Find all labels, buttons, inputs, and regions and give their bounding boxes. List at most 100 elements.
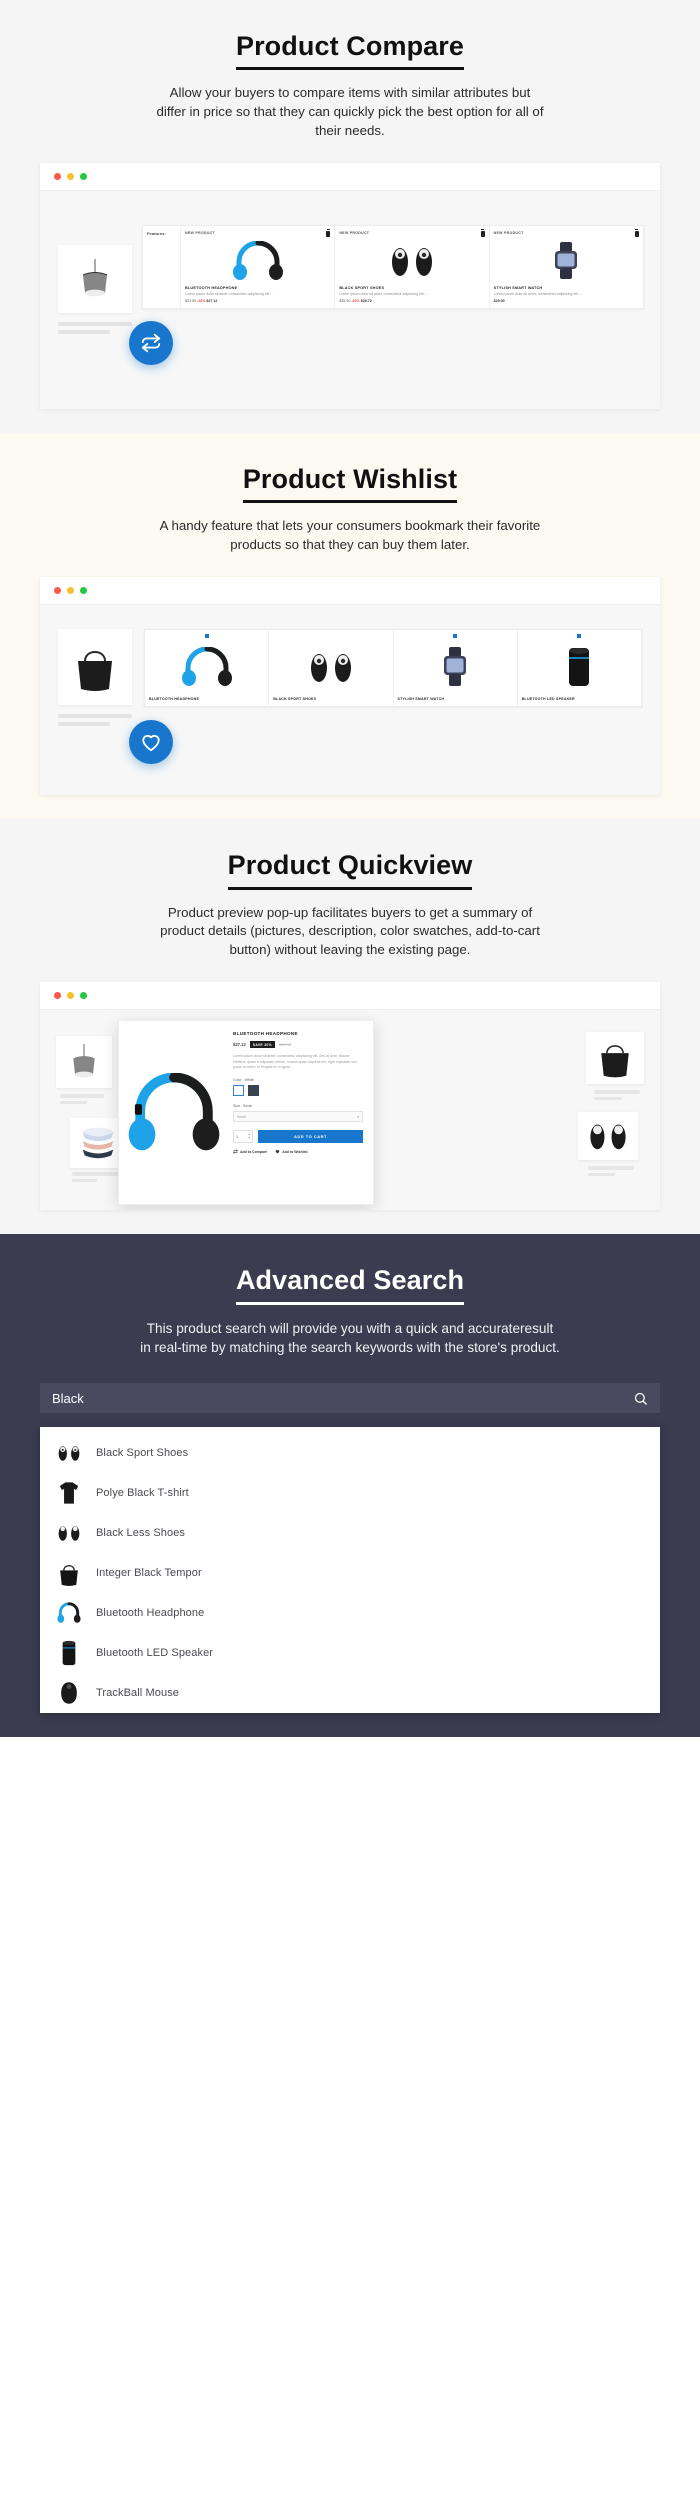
- compare-viewport: Features: NEW PRODUCT BLUETOOTH HEADPHON…: [40, 191, 660, 410]
- color-label: Color : White: [233, 1078, 254, 1083]
- background-product-card[interactable]: [56, 1036, 112, 1089]
- window-maximize-dot[interactable]: [80, 173, 87, 181]
- compare-description: Allow your buyers to compare items with …: [156, 85, 544, 139]
- window-close-dot[interactable]: [54, 992, 61, 1000]
- window-minimize-dot[interactable]: [67, 992, 74, 1000]
- trash-icon[interactable]: [326, 229, 331, 238]
- trash-icon[interactable]: [480, 229, 485, 238]
- placeholder-lines: [594, 1090, 640, 1103]
- add-to-wishlist-label: Add to Wishlist: [282, 1149, 308, 1154]
- handbag-icon: [56, 1558, 82, 1588]
- wishlist-grid: BLUETOOTH HEADPHONE BLACK SPORT SHOES ST…: [144, 629, 642, 708]
- window-minimize-dot[interactable]: [67, 587, 74, 595]
- page-title: Product Quickview: [227, 849, 473, 890]
- product-tag: NEW PRODUCT: [185, 231, 215, 236]
- compare-browser-mockup: Features: NEW PRODUCT BLUETOOTH HEADPHON…: [40, 163, 660, 410]
- led-speaker-icon: [569, 648, 590, 687]
- section-advanced-search: Advanced Search This product search will…: [0, 1234, 700, 1738]
- search-icon[interactable]: [633, 1391, 648, 1406]
- trash-icon[interactable]: [634, 229, 639, 238]
- window-close-dot[interactable]: [54, 587, 61, 595]
- wishlist-floating-button[interactable]: [129, 720, 173, 765]
- product-name: BLUETOOTH HEADPHONE: [149, 697, 200, 702]
- window-close-dot[interactable]: [54, 173, 61, 181]
- search-input[interactable]: Black: [40, 1383, 660, 1414]
- headphone-blue-icon: [56, 1598, 82, 1628]
- product-image: [339, 240, 484, 282]
- window-maximize-dot[interactable]: [80, 587, 87, 595]
- price-old: $35.90: [339, 298, 351, 303]
- wishlist-sidebar-preview: [58, 629, 132, 795]
- list-item-label: TrackBall Mouse: [96, 1687, 180, 1700]
- wishlist-item[interactable]: BLACK SPORT SHOES: [269, 630, 394, 707]
- page-title: Product Wishlist: [242, 463, 458, 504]
- list-item-label: Integer Black Tempor: [96, 1567, 202, 1580]
- wishlist-item[interactable]: BLUETOOTH HEADPHONE: [145, 630, 270, 707]
- list-item[interactable]: Bluetooth Headphone: [40, 1593, 660, 1633]
- quantity-stepper[interactable]: 1 ▴ ▾: [233, 1130, 253, 1144]
- placeholder-lines: [60, 1094, 104, 1107]
- price-discount: -20%: [351, 298, 360, 303]
- window-minimize-dot[interactable]: [67, 173, 74, 181]
- list-item[interactable]: Integer Black Tempor: [40, 1553, 660, 1593]
- list-item[interactable]: Black Less Shoes: [40, 1513, 660, 1553]
- size-select[interactable]: Small ▾: [233, 1111, 363, 1123]
- search-header: Advanced Search This product search will…: [0, 1234, 700, 1357]
- compare-product-column: NEW PRODUCT STYLISH SMART WATCH Lorem ip…: [490, 226, 643, 308]
- swatch-dark[interactable]: [248, 1085, 259, 1097]
- product-name: BLACK SPORT SHOES: [273, 697, 317, 702]
- product-image: [149, 642, 264, 692]
- list-item[interactable]: Polye Black T-shirt: [40, 1473, 660, 1513]
- price-new: $28.72: [360, 298, 372, 303]
- product-image: [522, 642, 637, 692]
- add-to-compare-link[interactable]: Add to Compare: [233, 1149, 267, 1155]
- save-badge: SAVE 20%: [249, 1041, 275, 1049]
- sidebar-product-thumb: [58, 629, 132, 706]
- sidebar-placeholder-lines: [58, 322, 132, 335]
- heart-icon[interactable]: [453, 634, 458, 639]
- page-title: Product Compare: [235, 30, 465, 71]
- list-item[interactable]: Bluetooth LED Speaker: [40, 1633, 660, 1673]
- heart-icon: [275, 1150, 280, 1154]
- product-tag: NEW PRODUCT: [339, 231, 370, 236]
- wishlist-item[interactable]: BLUETOOTH LED SPEAKER: [518, 630, 641, 706]
- compare-floating-button[interactable]: [129, 321, 173, 366]
- product-name: BLUETOOTH LED SPEAKER: [521, 697, 575, 702]
- wishlist-viewport: BLUETOOTH HEADPHONE BLACK SPORT SHOES ST…: [40, 605, 660, 796]
- quickview-modal: BLUETOOTH HEADPHONE $27.12 SAVE 20% $33.…: [118, 1020, 374, 1206]
- handbag-icon: [78, 651, 112, 692]
- list-item[interactable]: TrackBall Mouse: [40, 1673, 660, 1713]
- heart-icon[interactable]: [204, 634, 209, 639]
- list-item[interactable]: Black Sport Shoes: [40, 1433, 660, 1473]
- quantity-value: 1: [236, 1134, 238, 1139]
- compare-arrows-icon: [141, 333, 161, 353]
- compare-product-column: NEW PRODUCT BLUETOOTH HEADPHONE Lorem ip…: [181, 226, 336, 308]
- price-new: $29.00: [493, 298, 505, 303]
- price-new: $27.12: [206, 298, 218, 303]
- background-product-card[interactable]: [586, 1032, 644, 1085]
- product-tag: NEW PRODUCT: [493, 231, 524, 236]
- heart-icon: [142, 735, 160, 752]
- background-product-card[interactable]: [578, 1112, 638, 1161]
- swatch-white[interactable]: [233, 1085, 244, 1097]
- window-maximize-dot[interactable]: [80, 992, 87, 1000]
- quickview-header: Product Quickview Product preview pop-up…: [0, 819, 700, 960]
- product-image: [185, 240, 330, 282]
- wishlist-header: Product Wishlist A handy feature that le…: [0, 433, 700, 555]
- feature-showcase-page: Product Compare Allow your buyers to com…: [0, 0, 700, 1738]
- add-to-wishlist-link[interactable]: Add to Wishlist: [275, 1149, 308, 1154]
- stepper-arrows-icon[interactable]: ▴ ▾: [248, 1133, 250, 1140]
- quickview-links: Add to Compare Add to Wishlist: [233, 1149, 363, 1155]
- compare-features-column: Features:: [143, 226, 181, 308]
- wishlist-item[interactable]: STYLISH SMART WATCH: [394, 630, 518, 707]
- product-description: Lorem ipsum dolor sit amet, consectetur …: [339, 292, 428, 297]
- cart-row: 1 ▴ ▾ ADD TO CART: [233, 1130, 363, 1144]
- section-product-quickview: Product Quickview Product preview pop-up…: [0, 819, 700, 1235]
- product-name: STYLISH SMART WATCH: [493, 286, 543, 291]
- section-product-compare: Product Compare Allow your buyers to com…: [0, 0, 700, 434]
- product-image: [273, 642, 388, 692]
- add-to-cart-button[interactable]: ADD TO CART: [258, 1130, 363, 1144]
- product-price: $33.90 -20% $27.12: [185, 299, 330, 303]
- search-input-value: Black: [52, 1390, 84, 1406]
- heart-icon[interactable]: [577, 634, 582, 639]
